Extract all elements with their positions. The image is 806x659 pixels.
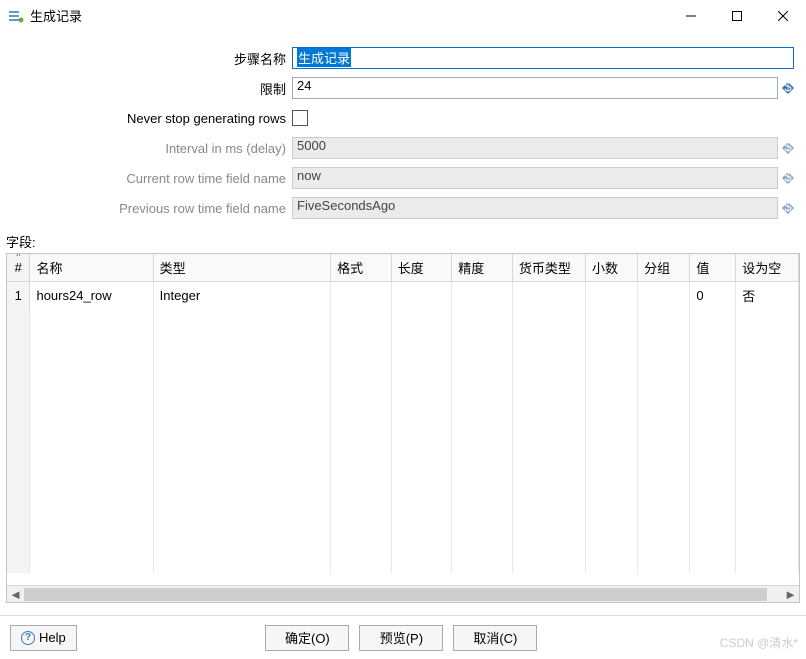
diamond-icon: $ xyxy=(782,202,794,214)
diamond-icon[interactable]: $ xyxy=(782,82,794,94)
window-title: 生成记录 xyxy=(30,6,668,25)
col-length[interactable]: 长度 xyxy=(391,254,452,282)
table-row[interactable]: 1 hours24_row Integer 0 否 xyxy=(7,282,799,310)
col-group[interactable]: 分组 xyxy=(638,254,690,282)
col-num[interactable]: ^# xyxy=(7,254,30,282)
horizontal-scrollbar[interactable]: ◄ ► xyxy=(7,585,799,602)
svg-text:$: $ xyxy=(784,172,792,184)
table-row[interactable] xyxy=(7,353,799,375)
close-button[interactable] xyxy=(760,0,806,32)
table-row[interactable] xyxy=(7,529,799,551)
never-stop-label: Never stop generating rows xyxy=(12,111,292,126)
svg-text:$: $ xyxy=(784,82,792,94)
table-row[interactable] xyxy=(7,507,799,529)
table-row[interactable] xyxy=(7,441,799,463)
interval-label: Interval in ms (delay) xyxy=(12,141,292,156)
col-precision[interactable]: 精度 xyxy=(452,254,513,282)
interval-input: 5000 xyxy=(292,137,778,159)
table-header-row: ^# 名称 类型 格式 长度 精度 货币类型 小数 分组 值 设为空 xyxy=(7,254,799,282)
scroll-left-icon[interactable]: ◄ xyxy=(7,586,24,603)
diamond-icon: $ xyxy=(782,172,794,184)
col-format[interactable]: 格式 xyxy=(331,254,392,282)
cell-format[interactable] xyxy=(331,282,392,310)
cell-decimal[interactable] xyxy=(585,282,637,310)
cell-group[interactable] xyxy=(638,282,690,310)
scroll-thumb[interactable] xyxy=(24,588,767,601)
cancel-button[interactable]: 取消(C) xyxy=(453,625,537,651)
step-name-input[interactable]: 生成记录 xyxy=(292,47,794,69)
col-decimal[interactable]: 小数 xyxy=(585,254,637,282)
preview-button[interactable]: 预览(P) xyxy=(359,625,443,651)
cell-precision[interactable] xyxy=(452,282,513,310)
scroll-right-icon[interactable]: ► xyxy=(782,586,799,603)
minimize-button[interactable] xyxy=(668,0,714,32)
cell-type[interactable]: Integer xyxy=(153,282,331,310)
current-row-label: Current row time field name xyxy=(12,171,292,186)
col-type[interactable]: 类型 xyxy=(153,254,331,282)
help-icon: ? xyxy=(21,631,35,645)
previous-row-label: Previous row time field name xyxy=(12,201,292,216)
limit-input[interactable]: 24 xyxy=(292,77,778,99)
help-label: Help xyxy=(39,630,66,645)
col-name[interactable]: 名称 xyxy=(30,254,153,282)
table-row[interactable] xyxy=(7,397,799,419)
cell-setnull[interactable]: 否 xyxy=(736,282,799,310)
bottom-bar: ? Help 确定(O) 预览(P) 取消(C) xyxy=(0,615,806,659)
never-stop-checkbox[interactable] xyxy=(292,110,308,126)
form-panel: 步骤名称 生成记录 限制 24 $ Never stop generating … xyxy=(0,32,806,230)
table-row[interactable] xyxy=(7,331,799,353)
table-row[interactable] xyxy=(7,375,799,397)
current-row-input: now xyxy=(292,167,778,189)
table-row[interactable] xyxy=(7,463,799,485)
diamond-icon: $ xyxy=(782,142,794,154)
help-button[interactable]: ? Help xyxy=(10,625,77,651)
cell-name[interactable]: hours24_row xyxy=(30,282,153,310)
fields-table[interactable]: ^# 名称 类型 格式 长度 精度 货币类型 小数 分组 值 设为空 1 hou… xyxy=(6,253,800,603)
svg-text:$: $ xyxy=(784,202,792,214)
svg-text:$: $ xyxy=(784,142,792,154)
ok-button[interactable]: 确定(O) xyxy=(265,625,349,651)
cell-num: 1 xyxy=(7,282,30,310)
cell-length[interactable] xyxy=(391,282,452,310)
col-value[interactable]: 值 xyxy=(690,254,736,282)
table-row[interactable] xyxy=(7,419,799,441)
cell-value[interactable]: 0 xyxy=(690,282,736,310)
step-name-label: 步骤名称 xyxy=(12,49,292,68)
previous-row-input: FiveSecondsAgo xyxy=(292,197,778,219)
limit-label: 限制 xyxy=(12,79,292,98)
col-setnull[interactable]: 设为空 xyxy=(736,254,799,282)
table-row[interactable] xyxy=(7,309,799,331)
cell-currency[interactable] xyxy=(512,282,585,310)
table-row[interactable] xyxy=(7,485,799,507)
col-currency[interactable]: 货币类型 xyxy=(512,254,585,282)
fields-section-label: 字段: xyxy=(0,230,806,253)
maximize-button[interactable] xyxy=(714,0,760,32)
title-bar: 生成记录 xyxy=(0,0,806,32)
app-icon xyxy=(8,8,24,24)
table-row[interactable] xyxy=(7,551,799,573)
